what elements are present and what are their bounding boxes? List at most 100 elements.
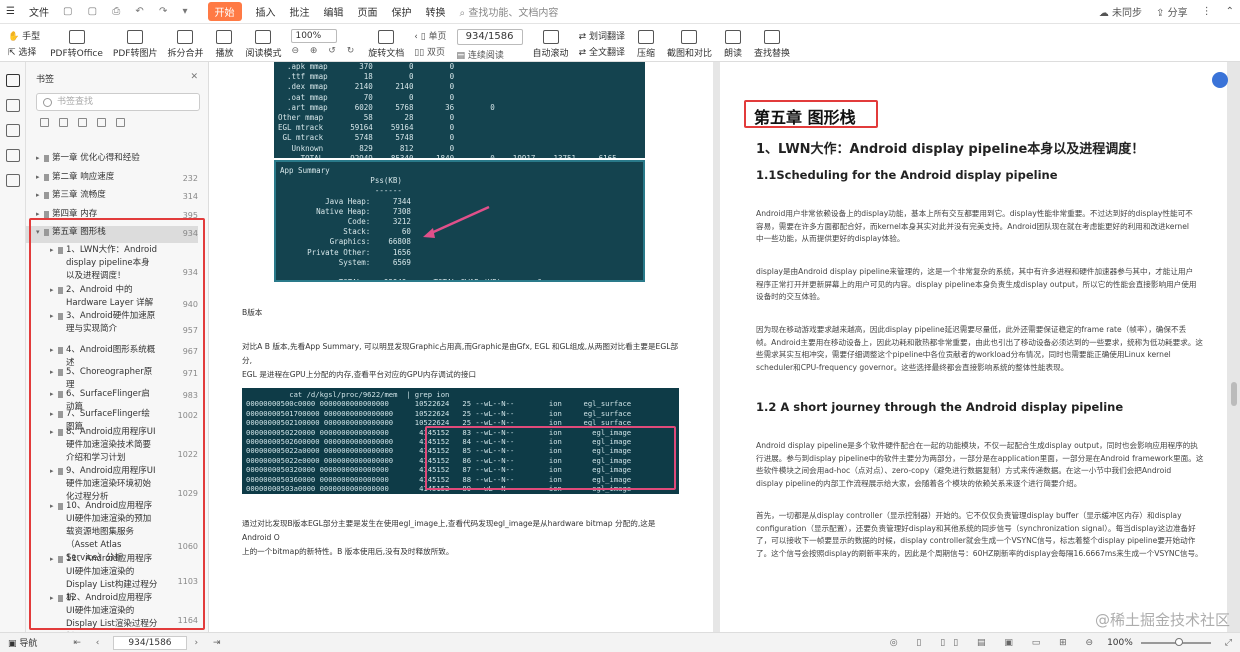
watermark: @稀土掘金技术社区 — [1094, 611, 1230, 629]
share-label: 分享 — [1167, 8, 1188, 19]
read-aloud-button[interactable]: 朗读 — [722, 30, 744, 59]
more-icon[interactable]: ⋮ — [1202, 6, 1212, 17]
bookmark-panel-icon[interactable] — [5, 74, 20, 87]
hand-select-group: ✋ 手型 ⇱ 选择 — [8, 29, 40, 58]
comment-panel-icon[interactable] — [5, 124, 20, 137]
compress-button[interactable]: 压缩 — [635, 30, 657, 59]
ribbon-toolbar: ✋ 手型 ⇱ 选择 PDF转Office PDF转图片 拆分合并 播放 阅读模式… — [0, 24, 1240, 62]
bookmark-label: 第二章 响应速度 — [52, 172, 115, 182]
bookmark-item[interactable]: ▸ 第一章 优化心得和经验 — [26, 152, 198, 169]
read-mode-button[interactable]: 阅读模式 — [245, 30, 281, 59]
tab-edit[interactable]: 编辑 — [324, 4, 344, 19]
status-zoom[interactable]: 100% — [1107, 638, 1133, 648]
double-page-label: 双页 — [427, 48, 446, 58]
bookmark-settings-icon[interactable] — [116, 118, 125, 127]
expand-bookmark-icon[interactable] — [59, 118, 68, 127]
nav-toggle[interactable]: ▣ 导航 — [8, 636, 37, 649]
highlight-box-egl-image — [425, 426, 676, 490]
screenshot-compare-button[interactable]: 截图和对比 — [667, 30, 712, 59]
status-next-controls[interactable]: › ⇥ — [195, 638, 227, 648]
menu-bar: ☰ 文件 ▢ ▢ ⎙ ↶ ↷ ▾ 开始 插入 批注 编辑 页面 保护 转换 ⌕ … — [0, 0, 1240, 24]
left-icon-bar — [0, 62, 26, 632]
full-translate-label: 全文翻译 — [588, 48, 625, 58]
sidebar-header: 书签 ✕ — [26, 62, 208, 85]
collapse-bookmark-icon[interactable] — [78, 118, 87, 127]
bookmark-search-input[interactable]: 书签查找 — [36, 93, 200, 111]
thumbnail-panel-icon[interactable] — [5, 99, 20, 112]
find-replace-label: 查找替换 — [754, 49, 791, 59]
status-page-controls[interactable]: ⇤ ‹ — [73, 638, 105, 648]
play-button[interactable]: 播放 — [213, 30, 235, 59]
sidebar-tools — [26, 111, 208, 127]
page-number-input[interactable]: 934/1586 — [456, 29, 523, 45]
zoom-slider[interactable] — [1140, 637, 1211, 646]
zoom-group: 100% ⊖ ⊕ ↺ ↻ — [291, 29, 358, 56]
zoom-select[interactable]: 100% — [291, 29, 338, 43]
tab-annotate[interactable]: 批注 — [290, 4, 310, 19]
subsection-heading-1: 1.1Scheduling for the Android display pi… — [756, 168, 1058, 182]
compress-label: 压缩 — [636, 49, 655, 59]
attachment-panel-icon[interactable] — [5, 149, 20, 162]
status-page-input[interactable]: 934/1586 — [113, 635, 187, 650]
menu-right: ☁ 未同步 ⇪ 分享 ⋮ ⌃ — [1099, 4, 1234, 19]
bookmark-icon — [44, 155, 49, 162]
menu-file[interactable]: 文件 — [29, 4, 49, 19]
pdf-to-image-icon — [127, 30, 144, 44]
tab-page[interactable]: 页面 — [358, 4, 378, 19]
chapter-title: 第五章 图形栈 — [754, 108, 856, 127]
bookmark-item[interactable]: ▸ 第三章 流畅度 314 — [26, 189, 198, 206]
pdf-to-office-button[interactable]: PDF转Office — [50, 30, 103, 59]
delete-bookmark-icon[interactable] — [97, 118, 106, 127]
page-nav-group: 934/1586 ▤ 连续阅读 — [456, 29, 523, 61]
expand-arrow-icon[interactable]: ▸ — [36, 171, 40, 184]
single-page-label: 单页 — [428, 32, 447, 42]
word-translate-button[interactable]: ⇄ 划词翻译 — [579, 29, 625, 42]
rotate-label: 旋转文档 — [368, 49, 405, 59]
signature-panel-icon[interactable] — [5, 174, 20, 187]
share-button[interactable]: ⇪ 分享 — [1156, 4, 1188, 19]
hand-tool[interactable]: ✋ 手型 — [8, 29, 40, 42]
prev-page-icon[interactable]: ‹ ▯ 单页 — [414, 29, 446, 42]
sync-status[interactable]: ☁ 未同步 — [1099, 4, 1142, 19]
zoom-icons[interactable]: ⊖ ⊕ ↺ ↻ — [291, 46, 358, 56]
pointer-arrow — [423, 205, 490, 238]
assistant-float-icon[interactable] — [1212, 72, 1228, 88]
double-page-button[interactable]: ▯▯ 双页 — [414, 45, 446, 58]
highlight-box-toc — [29, 218, 205, 630]
add-bookmark-icon[interactable] — [40, 118, 49, 127]
quick-access-icons[interactable]: ▢ ▢ ⎙ ↶ ↷ ▾ — [63, 6, 194, 17]
pdf-to-image-button[interactable]: PDF转图片 — [113, 30, 157, 59]
sync-label: 未同步 — [1112, 8, 1143, 19]
auto-scroll-button[interactable]: 自动滚动 — [533, 30, 569, 59]
doc-scrollbar[interactable] — [1231, 382, 1237, 406]
full-translate-button[interactable]: ⇄ 全文翻译 — [579, 45, 625, 58]
expand-arrow-icon[interactable]: ▸ — [36, 189, 40, 202]
tab-protect[interactable]: 保护 — [392, 4, 412, 19]
tab-start[interactable]: 开始 — [207, 2, 242, 21]
select-tool[interactable]: ⇱ 选择 — [8, 45, 40, 58]
find-replace-button[interactable]: 查找替换 — [754, 30, 790, 59]
pdf-to-office-label: PDF转Office — [50, 49, 103, 59]
screenshot-compare-icon — [681, 30, 698, 44]
continuous-read-button[interactable]: ▤ 连续阅读 — [457, 48, 523, 61]
bookmark-page: 314 — [182, 192, 198, 201]
hamburger-menu-icon[interactable]: ☰ — [6, 6, 15, 17]
search-function-input[interactable]: ⌕ 查找功能、文档内容 — [460, 4, 559, 19]
fullscreen-icon[interactable]: ⤢ — [1225, 638, 1232, 648]
bookmark-sidebar: 书签 ✕ 书签查找 ▸ 第一章 优化心得和经验 ▸ 第二章 响应速度 232 ▸ 第三章 流… — [26, 62, 233, 642]
tab-insert[interactable]: 插入 — [256, 4, 276, 19]
split-merge-button[interactable]: 拆分合并 — [167, 30, 203, 59]
view-mode-icons[interactable]: ◎ ▯ ▯▯ ▤ ▣ ▭ ⊞ ⊖ — [890, 638, 1101, 648]
bookmark-icon — [44, 211, 49, 218]
continuous-read-label: 连续阅读 — [467, 51, 504, 61]
document-view[interactable]: .apk mmap 370 0 0 .ttf mmap 18 0 0 .dex … — [209, 62, 1240, 632]
tab-convert[interactable]: 转换 — [426, 4, 446, 19]
rotate-button[interactable]: 旋转文档 — [368, 30, 404, 59]
conclusion-paragraph: 通过对比发现B版本EGL部分主要是发生在使用egl_image上,查看代码发现e… — [242, 519, 656, 556]
expand-arrow-icon[interactable]: ▸ — [36, 152, 40, 165]
collapse-icon[interactable]: ⌃ — [1226, 6, 1234, 17]
auto-scroll-icon — [542, 30, 559, 44]
close-icon[interactable]: ✕ — [190, 72, 198, 85]
zoom-slider-thumb[interactable] — [1174, 637, 1183, 646]
bookmark-item[interactable]: ▸ 第二章 响应速度 232 — [26, 171, 198, 188]
